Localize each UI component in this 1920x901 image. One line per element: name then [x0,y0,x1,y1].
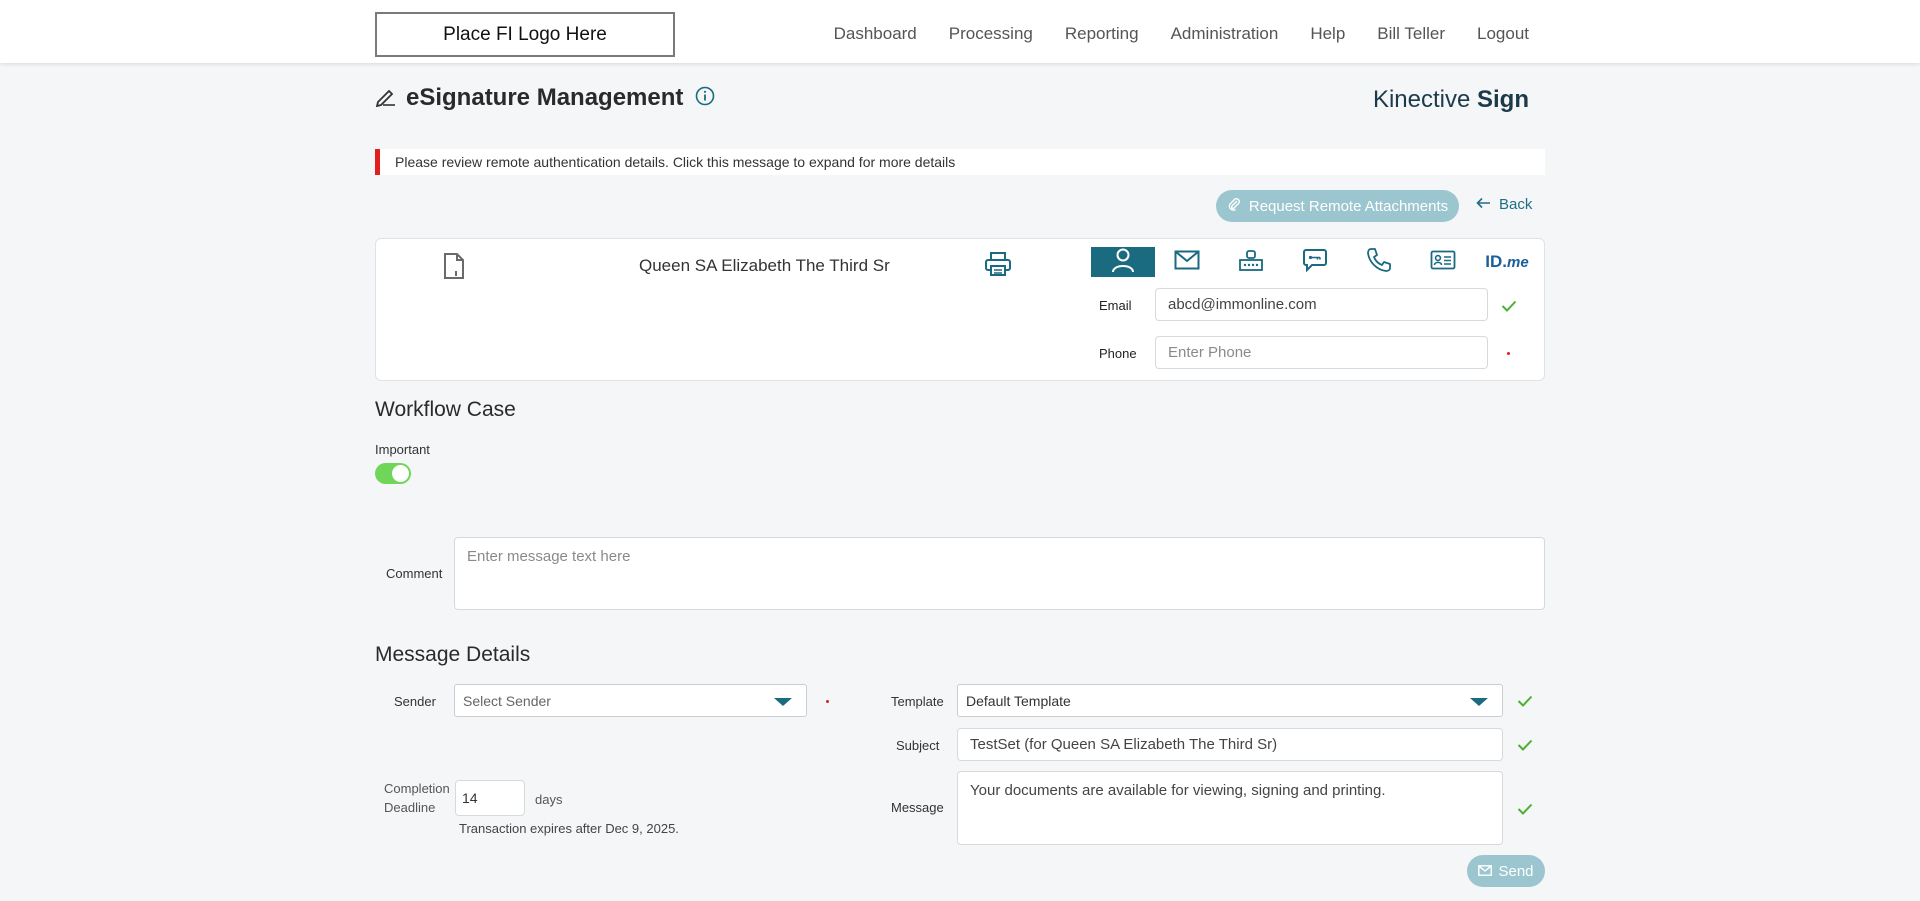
arrow-left-icon [1476,196,1491,213]
nav-logout[interactable]: Logout [1477,24,1529,44]
completion-deadline-input[interactable]: 14 [455,780,525,816]
kinective-sign-logo: Kinective Sign [1373,86,1529,114]
keypad-icon [1238,248,1264,277]
person-icon [1110,247,1136,278]
auth-tab-person[interactable] [1091,247,1155,277]
auth-tab-chat[interactable] [1283,247,1347,277]
document-icon[interactable] [443,253,465,284]
email-label: Email [1099,298,1132,313]
sender-label: Sender [394,694,436,709]
template-valid-check-icon [1517,694,1533,712]
main-nav: Dashboard Processing Reporting Administr… [834,0,1529,68]
request-remote-attachments-label: Request Remote Attachments [1248,197,1449,215]
brand-light-text: Kinective [1372,86,1471,113]
nav-administration[interactable]: Administration [1171,24,1279,44]
email-valid-check-icon [1501,299,1517,317]
brand-bold-text: Sign [1477,86,1529,113]
auth-review-alert[interactable]: Please review remote authentication deta… [375,149,1545,175]
completion-deadline-label-line1: Completion [384,781,450,796]
completion-deadline-label-line2: Deadline [384,800,436,815]
subject-field[interactable]: TestSet (for Queen SA Elizabeth The Thir… [957,728,1503,761]
comment-label: Comment [386,566,443,581]
mail-icon [1478,863,1493,880]
nav-processing[interactable]: Processing [949,24,1033,44]
request-remote-attachments-button[interactable]: Request Remote Attachments [1216,190,1459,222]
idme-logo-suffix: me [1507,254,1529,271]
page-title: eSignature Management [406,84,684,111]
page-title-row: eSignature Management [375,84,715,112]
printer-icon[interactable] [984,251,1012,282]
template-label: Template [891,694,944,709]
id-card-icon [1430,250,1456,275]
signer-card: Queen SA Elizabeth The Third Sr ID.me Em… [375,238,1545,381]
message-label: Message [891,800,944,815]
auth-tab-id-card[interactable] [1411,247,1475,277]
paperclip-icon [1227,197,1241,215]
send-button[interactable]: Send [1467,855,1545,887]
fi-logo-placeholder[interactable]: Place FI Logo Here [375,12,675,57]
comment-textarea[interactable]: Enter message text here [454,537,1545,610]
info-icon[interactable] [695,86,715,111]
auth-tab-keypad[interactable] [1219,247,1283,277]
phone-required-marker [1507,352,1510,355]
template-select-value: Default Template [966,692,1071,709]
message-valid-check-icon [1517,802,1533,820]
auth-method-tabs: ID.me [1091,247,1539,277]
top-navigation-bar: Place FI Logo Here Dashboard Processing … [0,0,1920,63]
message-textarea[interactable]: Your documents are available for viewing… [957,771,1503,845]
subject-valid-check-icon [1517,738,1533,756]
transaction-expiry-note: Transaction expires after Dec 9, 2025. [459,821,679,836]
deadline-unit: days [535,792,563,807]
idme-icon: ID.me [1485,252,1528,272]
message-details-heading: Message Details [375,643,531,666]
signature-pen-icon [375,85,397,112]
workflow-case-heading: Workflow Case [375,398,516,421]
phone-label: Phone [1099,346,1137,361]
email-field[interactable]: abcd@immonline.com [1155,288,1488,321]
phone-field[interactable]: Enter Phone [1155,336,1488,369]
back-link[interactable]: Back [1476,196,1532,213]
sender-select-value: Select Sender [463,692,551,709]
mail-icon [1174,250,1200,275]
important-label: Important [375,442,430,457]
template-select[interactable]: Default Template [957,684,1503,717]
phone-icon [1366,247,1392,278]
subject-label: Subject [896,738,940,753]
nav-help[interactable]: Help [1310,24,1345,44]
idme-logo-text: ID. [1485,252,1508,271]
important-toggle[interactable] [375,463,411,484]
nav-dashboard[interactable]: Dashboard [834,24,917,44]
auth-tab-email[interactable] [1155,247,1219,277]
chevron-down-icon [774,698,792,706]
chat-icon [1302,248,1328,277]
auth-tab-idme[interactable]: ID.me [1475,247,1539,277]
sender-required-marker [826,700,829,703]
sender-select[interactable]: Select Sender [454,684,807,717]
nav-reporting[interactable]: Reporting [1065,24,1139,44]
nav-user-name[interactable]: Bill Teller [1377,24,1445,44]
back-label: Back [1499,196,1533,213]
signer-name: Queen SA Elizabeth The Third Sr [639,256,890,275]
chevron-down-icon [1470,698,1488,706]
auth-tab-phone[interactable] [1347,247,1411,277]
send-label: Send [1498,862,1534,880]
